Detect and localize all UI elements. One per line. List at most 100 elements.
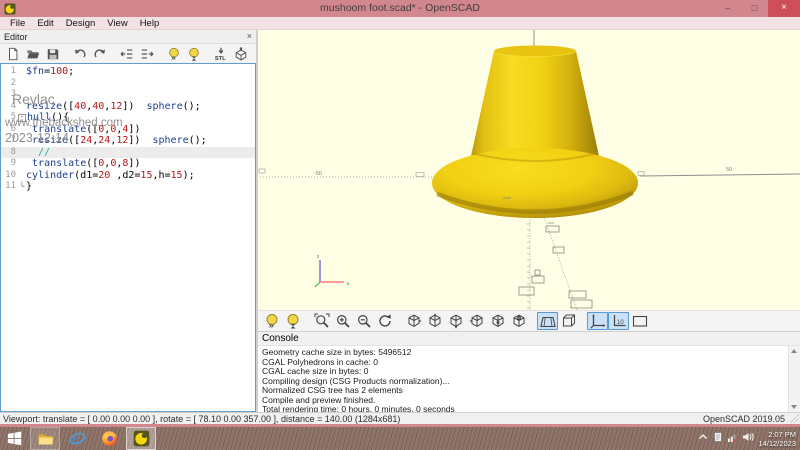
taskbar-internet-explorer[interactable]: e	[62, 427, 92, 450]
tray-tray-app[interactable]	[712, 430, 724, 448]
taskbar-openscad[interactable]	[126, 427, 156, 450]
redo-button[interactable]	[90, 45, 110, 62]
openscad-window: mushoom foot.scad* - OpenSCAD – □ × File…	[0, 0, 800, 450]
taskbar-firefox[interactable]	[94, 427, 124, 450]
editor-dock-header[interactable]: Editor ×	[0, 30, 256, 44]
gutter	[18, 101, 26, 113]
undo-button[interactable]	[70, 45, 90, 62]
axis-indicator: z x	[315, 254, 350, 287]
preview-button[interactable]: »	[164, 45, 184, 62]
show-scale-markers-button[interactable]: 10	[608, 312, 629, 330]
start-button[interactable]	[0, 427, 28, 450]
view-all-button[interactable]	[629, 312, 650, 330]
code-line-8[interactable]: 8 //	[1, 147, 255, 159]
preview-icon: »	[264, 313, 280, 329]
view-left-button[interactable]	[466, 312, 487, 330]
printer-3d-button[interactable]	[231, 45, 251, 62]
tray-volume[interactable]	[742, 430, 754, 448]
code-line-6[interactable]: 6 translate([0,0,4])	[1, 124, 255, 136]
code-line-11[interactable]: 11└}	[1, 181, 255, 193]
menu-file[interactable]: File	[4, 18, 31, 29]
code-editor[interactable]: 1$fn=100;234resize([40,40,12]) sphere();…	[0, 63, 256, 412]
view-back-button[interactable]	[508, 312, 529, 330]
view-top-button[interactable]	[424, 312, 445, 330]
line-number: 1	[1, 66, 18, 78]
export-stl-button[interactable]: STL	[211, 45, 231, 62]
console-line: Total rendering time: 0 hours, 0 minutes…	[262, 405, 786, 412]
orthographic-button[interactable]	[558, 312, 579, 330]
view-bottom-icon	[448, 313, 464, 329]
line-number: 6	[1, 124, 18, 136]
code-line-4[interactable]: 4resize([40,40,12]) sphere();	[1, 101, 255, 113]
save-button[interactable]	[43, 45, 63, 62]
clock-time: 2:07 PM	[758, 430, 796, 439]
code-line-9[interactable]: 9 translate([0,0,8])	[1, 158, 255, 170]
line-number: 9	[1, 158, 18, 170]
menu-edit[interactable]: Edit	[31, 18, 59, 29]
line-number: 2	[1, 78, 18, 90]
title-bar[interactable]: mushoom foot.scad* - OpenSCAD – □ ×	[0, 0, 800, 17]
svg-text:e: e	[72, 432, 78, 446]
preview-icon: »	[167, 47, 181, 61]
x-axis-label-pos: 50	[726, 167, 732, 173]
gutter	[18, 135, 26, 147]
code-line-5[interactable]: 5-hull(){	[1, 112, 255, 124]
code-line-1[interactable]: 1$fn=100;	[1, 66, 255, 78]
gutter	[18, 147, 26, 159]
code-line-7[interactable]: 7 resize([24,24,12]) sphere();	[1, 135, 255, 147]
menu-view[interactable]: View	[101, 18, 133, 29]
code-text: }	[26, 181, 32, 193]
scroll-down-arrow-icon[interactable]	[791, 405, 797, 409]
file-explorer-icon	[37, 430, 54, 447]
tray-network-error[interactable]: ×	[727, 430, 739, 448]
taskbar-file-explorer[interactable]	[30, 427, 60, 450]
zoom-out-button[interactable]	[353, 312, 374, 330]
preview-button[interactable]: »	[261, 312, 282, 330]
menu-help[interactable]: Help	[134, 18, 166, 29]
gutter	[18, 66, 26, 78]
3d-viewport[interactable]: -50 50	[258, 30, 800, 310]
line-number: 8	[1, 147, 18, 159]
perspective-icon	[540, 313, 556, 329]
menu-design[interactable]: Design	[60, 18, 102, 29]
code-line-10[interactable]: 10cylinder(d1=20 ,d2=15,h=15);	[1, 170, 255, 182]
unindent-button[interactable]	[117, 45, 137, 62]
view-bottom-button[interactable]	[445, 312, 466, 330]
perspective-button[interactable]	[537, 312, 558, 330]
indent-button[interactable]	[137, 45, 157, 62]
console-scrollbar[interactable]	[788, 346, 800, 412]
taskbar-clock[interactable]: 2:07 PM 14/12/2023	[758, 430, 796, 448]
window-title: mushoom foot.scad* - OpenSCAD	[0, 2, 800, 14]
zoom-all-button[interactable]	[311, 312, 332, 330]
show-axes-button[interactable]	[587, 312, 608, 330]
open-folder-button[interactable]	[23, 45, 43, 62]
console-output: Geometry cache size in bytes: 5496512CGA…	[258, 346, 800, 412]
code-text: resize([24,24,12]) sphere();	[26, 135, 207, 147]
reset-view-button[interactable]	[374, 312, 395, 330]
render-button[interactable]	[184, 45, 204, 62]
editor-close-button[interactable]: ×	[247, 32, 252, 41]
zoom-in-button[interactable]	[332, 312, 353, 330]
editor-title: Editor	[4, 32, 247, 42]
fold-marker-icon[interactable]: -	[18, 114, 26, 122]
render-button[interactable]	[282, 312, 303, 330]
tray-hidden-icons[interactable]	[697, 430, 709, 448]
view-front-button[interactable]	[487, 312, 508, 330]
line-number: 10	[1, 170, 18, 182]
export-stl-icon: STL	[214, 47, 228, 61]
console-title: Console	[258, 332, 800, 346]
code-line-3[interactable]: 3	[1, 89, 255, 101]
line-number: 3	[1, 89, 18, 101]
indent-icon	[140, 47, 154, 61]
view-right-button[interactable]	[403, 312, 424, 330]
scroll-up-arrow-icon[interactable]	[791, 349, 797, 353]
resize-grip-icon[interactable]	[790, 414, 799, 423]
viewport-toolbar: » 10	[258, 310, 800, 331]
system-tray: × 2:07 PM 14/12/2023	[697, 430, 800, 448]
viewport-status: Viewport: translate = [ 0.00 0.00 0.00 ]…	[3, 414, 400, 424]
editor-toolbar: » STL	[0, 44, 256, 63]
code-text: translate([0,0,8])	[26, 158, 140, 170]
new-file-button[interactable]	[3, 45, 23, 62]
code-line-2[interactable]: 2	[1, 78, 255, 90]
negative-axes	[527, 206, 577, 310]
